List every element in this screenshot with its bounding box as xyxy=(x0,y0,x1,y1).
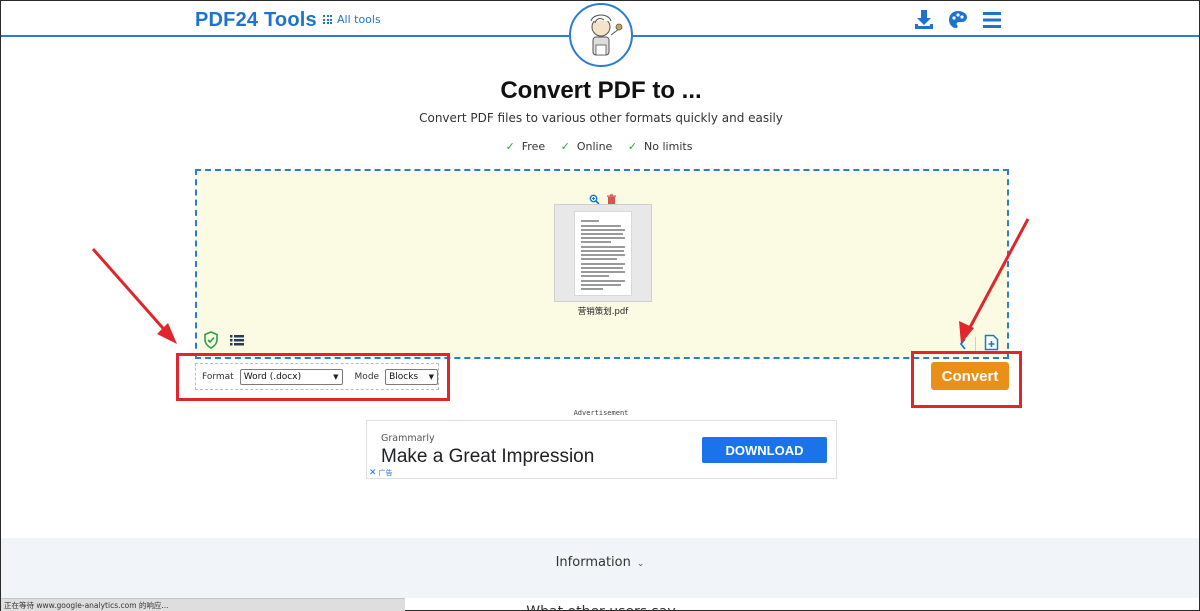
chevron-down-icon: ⌄ xyxy=(636,559,645,569)
check-icon: ✓ xyxy=(505,140,515,153)
feature-item: ✓ Free xyxy=(505,140,546,153)
dropzone-left-tools xyxy=(203,331,245,349)
palette-icon[interactable] xyxy=(947,9,969,31)
zoom-icon[interactable] xyxy=(589,190,600,205)
trash-icon[interactable] xyxy=(606,190,617,205)
annotation-box-convert xyxy=(911,351,1022,408)
header-actions xyxy=(913,9,1003,31)
ad-choices[interactable]: ✕ 广告 xyxy=(369,468,393,478)
page-title: Convert PDF to ... xyxy=(500,77,702,104)
information-section: Information ⌄ xyxy=(1,538,1199,598)
information-label: Information xyxy=(555,555,631,570)
file-tools xyxy=(589,190,617,205)
pdf-page-preview xyxy=(574,211,632,296)
all-tools-link[interactable]: All tools xyxy=(323,13,381,26)
ad-download-button[interactable]: DOWNLOAD xyxy=(702,437,827,463)
brand-logo-text[interactable]: PDF24 Tools xyxy=(195,9,317,32)
annotation-box-options xyxy=(176,353,450,401)
feature-item: ✓ No limits xyxy=(627,140,693,153)
grid-icon xyxy=(323,15,332,24)
feature-list: ✓ Free ✓ Online ✓ No limits xyxy=(1,140,1200,153)
shield-check-icon[interactable] xyxy=(203,331,219,349)
feature-item: ✓ Online xyxy=(560,140,613,153)
list-icon[interactable] xyxy=(229,331,245,349)
page-subtitle: Convert PDF files to various other forma… xyxy=(419,111,783,125)
menu-icon[interactable] xyxy=(981,9,1003,31)
file-dropzone[interactable]: 营销策划.pdf xyxy=(195,169,1009,359)
all-tools-label: All tools xyxy=(337,13,381,26)
file-name: 营销策划.pdf xyxy=(577,307,629,317)
information-toggle[interactable]: Information ⌄ xyxy=(1,555,1199,570)
close-icon[interactable]: ✕ xyxy=(369,468,377,478)
annotation-arrow-left xyxy=(91,248,177,344)
download-icon[interactable] xyxy=(913,9,935,31)
ad-headline: Make a Great Impression xyxy=(381,446,595,467)
ad-corner-label: 广告 xyxy=(378,469,393,477)
check-icon: ✓ xyxy=(627,140,638,153)
ad-brand: Grammarly xyxy=(381,433,435,444)
file-thumbnail[interactable] xyxy=(554,204,652,302)
mascot-logo[interactable] xyxy=(569,3,633,67)
check-icon: ✓ xyxy=(560,140,570,153)
advertisement-banner[interactable]: Grammarly Make a Great Impression DOWNLO… xyxy=(366,420,837,479)
browser-status-bar: 正在等待 www.google-analytics.com 的响应... xyxy=(1,598,405,611)
ad-label: Advertisement xyxy=(573,409,629,417)
